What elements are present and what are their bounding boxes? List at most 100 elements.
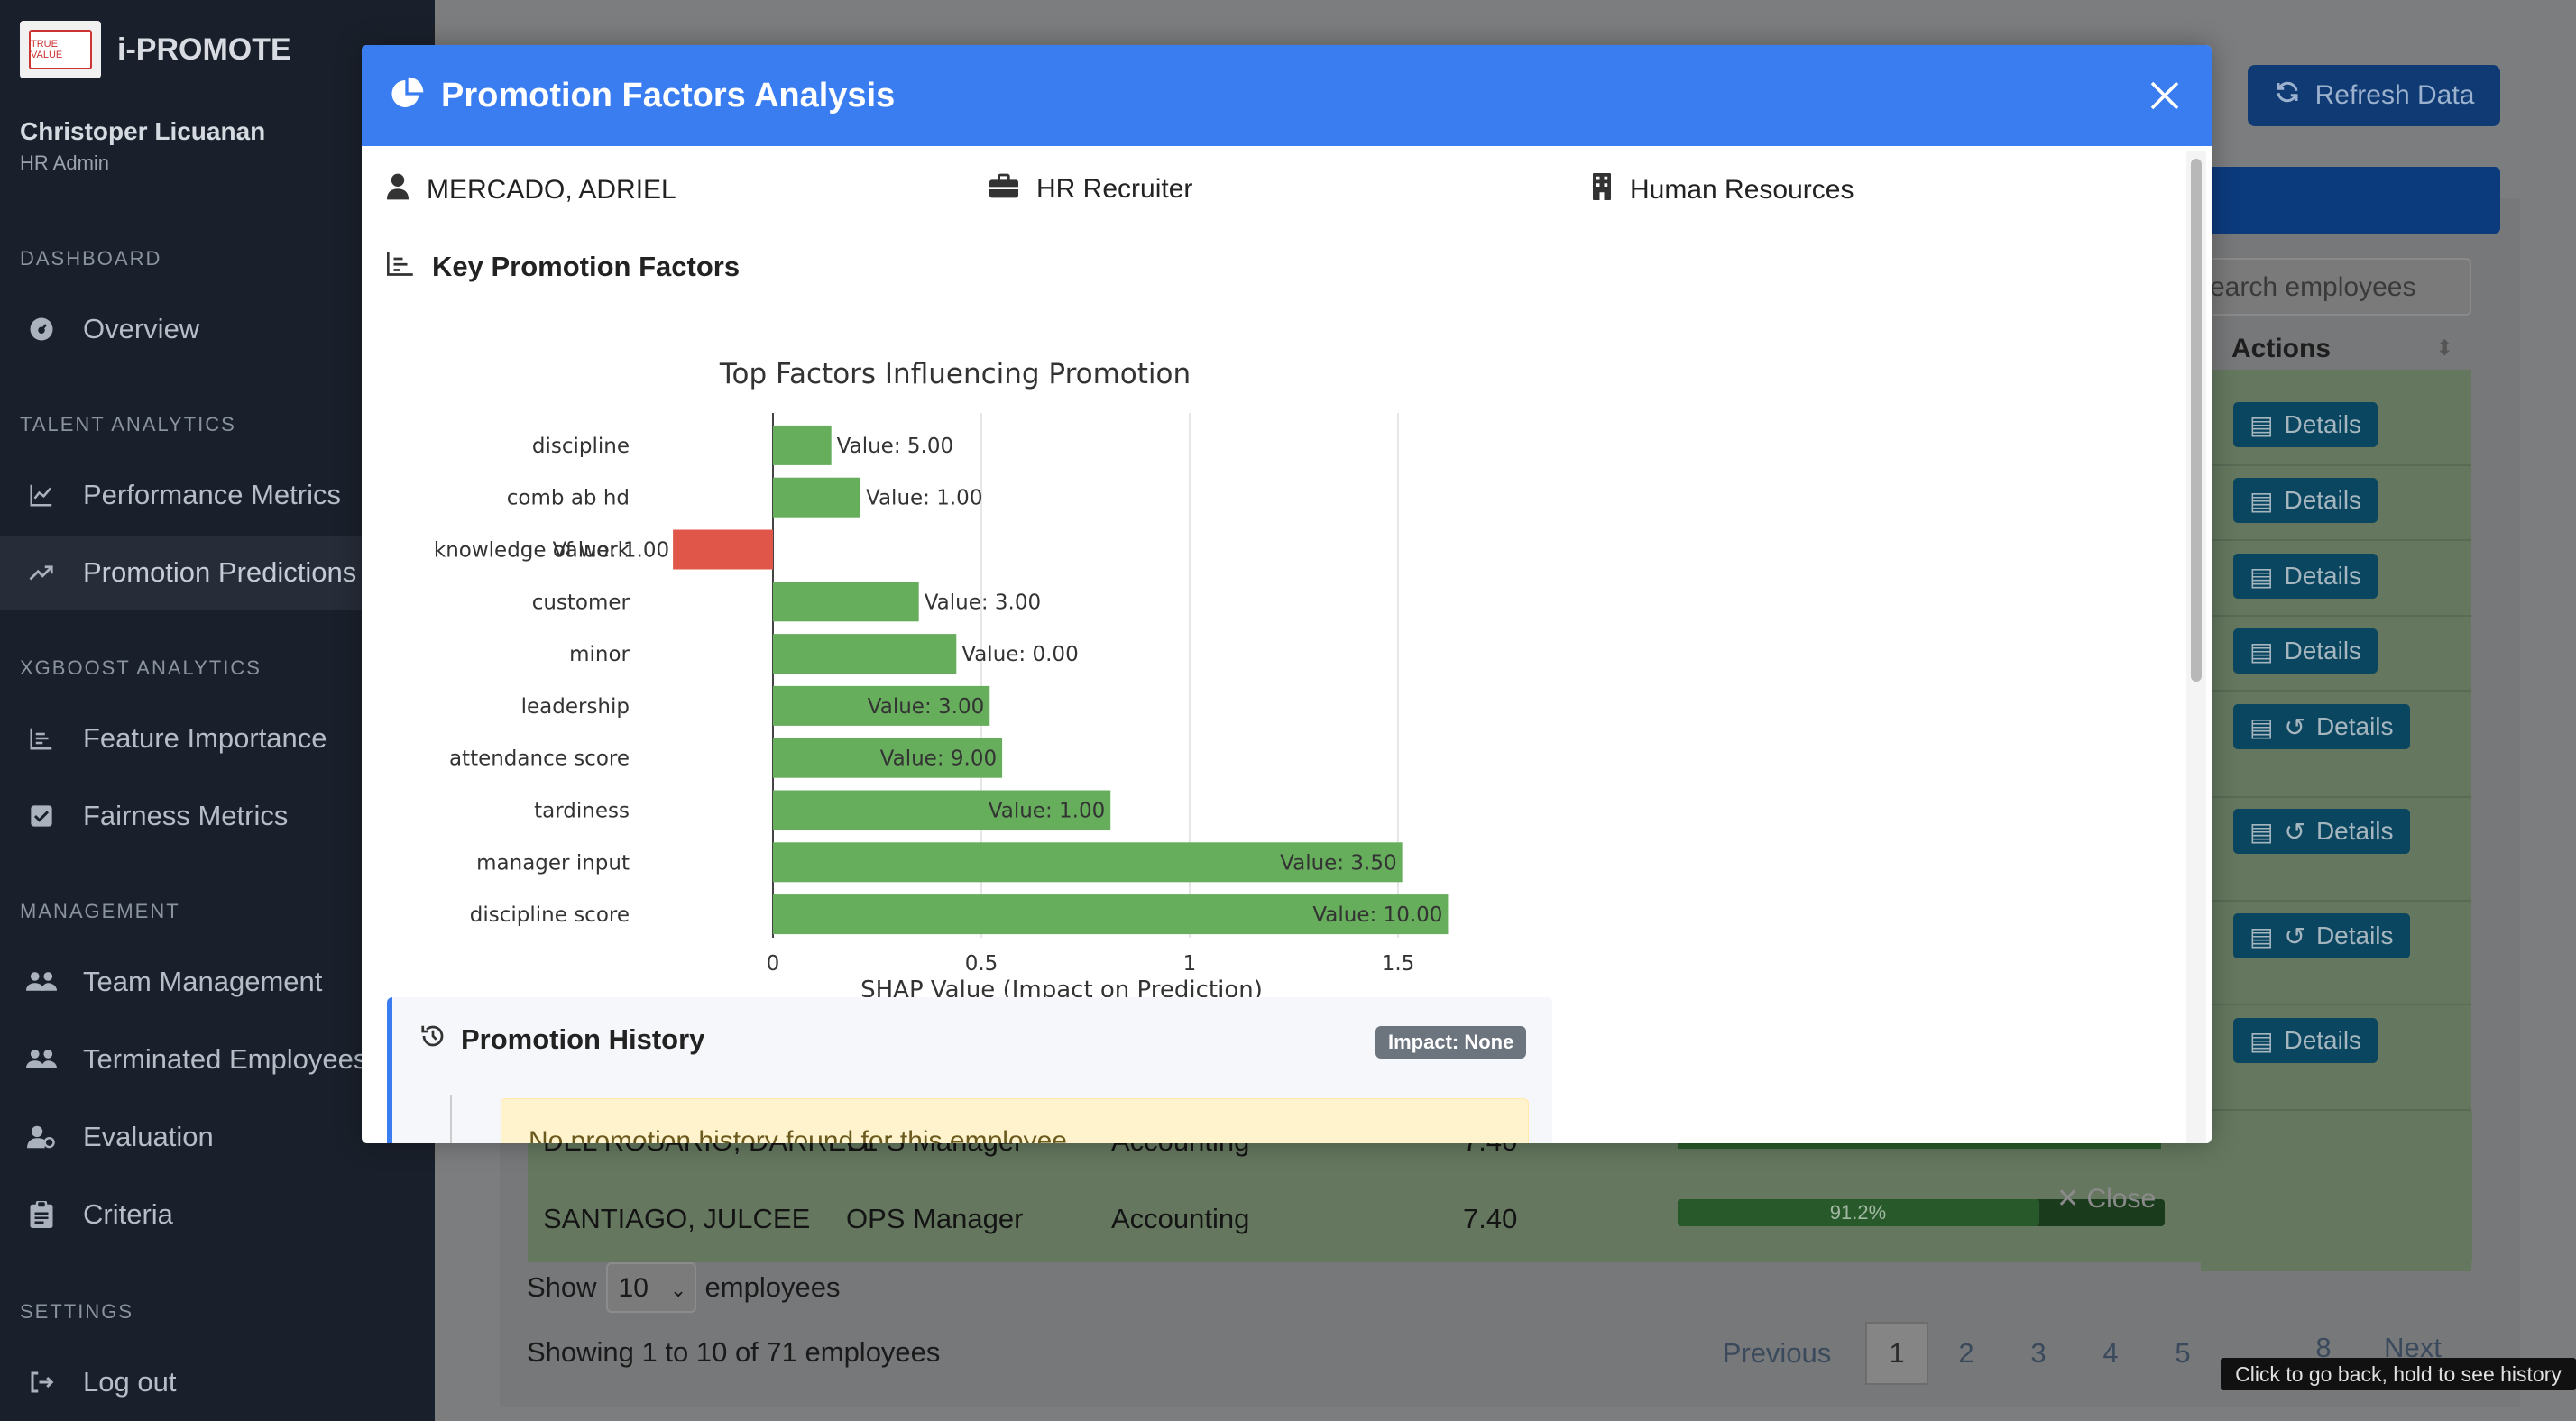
modal-title: Promotion Factors Analysis: [441, 76, 896, 115]
employee-position-info: HR Recruiter: [989, 173, 1192, 206]
logout-icon: [25, 1366, 58, 1398]
details-button[interactable]: ▤Details: [2233, 554, 2378, 599]
bar-chart-icon: ▤: [2249, 1026, 2274, 1055]
row-divider: [2201, 464, 2471, 466]
pagination-page-4[interactable]: 4: [2084, 1322, 2138, 1385]
show-label: Show: [527, 1271, 597, 1303]
refresh-label: Refresh Data: [2314, 80, 2475, 110]
sidebar-item-label: Evaluation: [83, 1121, 214, 1152]
details-button[interactable]: ▤Details: [2233, 628, 2378, 674]
sidebar-item-label: Team Management: [83, 966, 323, 997]
data-label: Value: 0.00: [961, 643, 1078, 666]
details-button[interactable]: ▤Details: [2233, 402, 2378, 447]
page-length-select[interactable]: 10 ⌄: [605, 1262, 696, 1313]
history-icon: ↺: [2284, 921, 2305, 950]
chevron-down-icon: ⌄: [669, 1279, 687, 1301]
section-title: Key Promotion Factors: [386, 251, 740, 283]
bar-chart-icon: ▤: [2249, 921, 2274, 950]
scrollbar-thumb[interactable]: [2191, 159, 2202, 682]
pagination-page-5[interactable]: 5: [2156, 1322, 2210, 1385]
history-icon: ↺: [2284, 712, 2305, 741]
pagination-previous[interactable]: Previous: [1714, 1322, 1840, 1385]
bar: [773, 425, 832, 465]
section-dashboard: DASHBOARD: [20, 247, 162, 270]
promotion-history-panel: Promotion History Impact: None No promot…: [387, 997, 1552, 1143]
data-label: Value: 10.00: [1312, 903, 1442, 927]
data-label: Value: 5.00: [837, 435, 953, 458]
section-talent-analytics: TALENT ANALYTICS: [20, 413, 236, 435]
checkbox-icon: [25, 800, 58, 832]
pagination-page-2[interactable]: 2: [1939, 1322, 1993, 1385]
user-cog-icon: [25, 1121, 58, 1153]
x-tick-label: 0: [767, 952, 780, 976]
row-divider: [2201, 539, 2471, 541]
details-button[interactable]: ▤ ↺ Details: [2233, 913, 2410, 958]
dashboard-icon: [25, 313, 58, 345]
details-button[interactable]: ▤Details: [2233, 478, 2378, 523]
sort-icon[interactable]: ⬍: [2435, 335, 2453, 362]
back-button-tooltip: Click to go back, hold to see history: [2221, 1358, 2576, 1390]
logo: TRUE VALUE: [20, 21, 101, 78]
pagination-page-3[interactable]: 3: [2011, 1322, 2065, 1385]
employees-label: employees: [704, 1271, 841, 1303]
pagination-page-1[interactable]: 1: [1865, 1322, 1928, 1385]
timeline-line: [450, 1095, 452, 1143]
sidebar-item-logout[interactable]: Log out: [0, 1345, 435, 1419]
bar: [673, 529, 773, 570]
modal-scrollbar[interactable]: [2186, 151, 2206, 1143]
section-xgboost-analytics: XGBOOST ANALYTICS: [20, 656, 262, 679]
section-management: MANAGEMENT: [20, 900, 180, 922]
close-icon[interactable]: [2143, 74, 2186, 117]
bar: [773, 582, 919, 622]
sidebar-item-label: Promotion Predictions: [83, 556, 357, 588]
sidebar-item-label: Overview: [83, 313, 200, 344]
clipboard-icon: [25, 1198, 58, 1231]
data-label: Value: 1.00: [553, 539, 669, 563]
users-icon: [25, 966, 58, 998]
data-label: Value: 3.00: [925, 591, 1041, 614]
employee-position: HR Recruiter: [1036, 174, 1193, 204]
history-title-text: Promotion History: [461, 1023, 705, 1055]
row-divider: [2201, 900, 2471, 902]
x-tick-label: 1: [1183, 952, 1197, 976]
employee-position: OPS Manager: [846, 1203, 1024, 1234]
sidebar-item-label: Log out: [83, 1366, 177, 1398]
actions-column-header[interactable]: Actions: [2231, 334, 2331, 364]
bar-chart-icon: ▤: [2249, 817, 2274, 846]
sidebar-item-criteria[interactable]: Criteria: [0, 1178, 435, 1251]
building-icon: [1592, 173, 1612, 207]
refresh-icon: [2274, 78, 2301, 113]
bar-chart-icon: ▤: [2249, 410, 2274, 439]
brand-name: i-PROMOTE: [117, 32, 291, 67]
y-tick-label: minor: [569, 643, 630, 666]
bar-chart-icon: ▤: [2249, 637, 2274, 665]
pie-chart-icon: [389, 76, 425, 116]
data-label: Value: 1.00: [989, 800, 1105, 823]
x-tick-label: 0.5: [965, 952, 998, 976]
line-chart-icon: [25, 479, 58, 511]
employee-department: Human Resources: [1630, 175, 1854, 205]
sidebar-item-label: Performance Metrics: [83, 479, 341, 510]
details-button[interactable]: ▤ ↺ Details: [2233, 809, 2410, 854]
employee-name: SANTIAGO, JULCEE: [543, 1203, 811, 1234]
bar-chart-icon: [386, 251, 414, 283]
data-label: Value: 9.00: [880, 747, 997, 771]
row-divider: [2201, 796, 2471, 798]
sidebar-item-label: Fairness Metrics: [83, 800, 289, 831]
refresh-data-button[interactable]: Refresh Data: [2248, 65, 2500, 126]
bar-chart-icon: ▤: [2249, 486, 2274, 515]
sidebar-item-label: Terminated Employees: [83, 1043, 368, 1075]
close-button[interactable]: ✕ Close: [2056, 1183, 2156, 1215]
details-button[interactable]: ▤ ↺ Details: [2233, 704, 2410, 749]
y-tick-label: tardiness: [534, 800, 630, 823]
y-tick-label: attendance score: [449, 747, 630, 771]
bar: [773, 477, 861, 518]
card-header: [2208, 167, 2500, 234]
section-settings: SETTINGS: [20, 1300, 134, 1323]
employee-name-info: MERCADO, ADRIEL: [387, 173, 676, 207]
history-icon: ↺: [2284, 817, 2305, 846]
bar: [773, 634, 957, 674]
row-divider: [2201, 690, 2471, 692]
details-button[interactable]: ▤Details: [2233, 1018, 2378, 1063]
user-role: HR Admin: [20, 151, 110, 174]
